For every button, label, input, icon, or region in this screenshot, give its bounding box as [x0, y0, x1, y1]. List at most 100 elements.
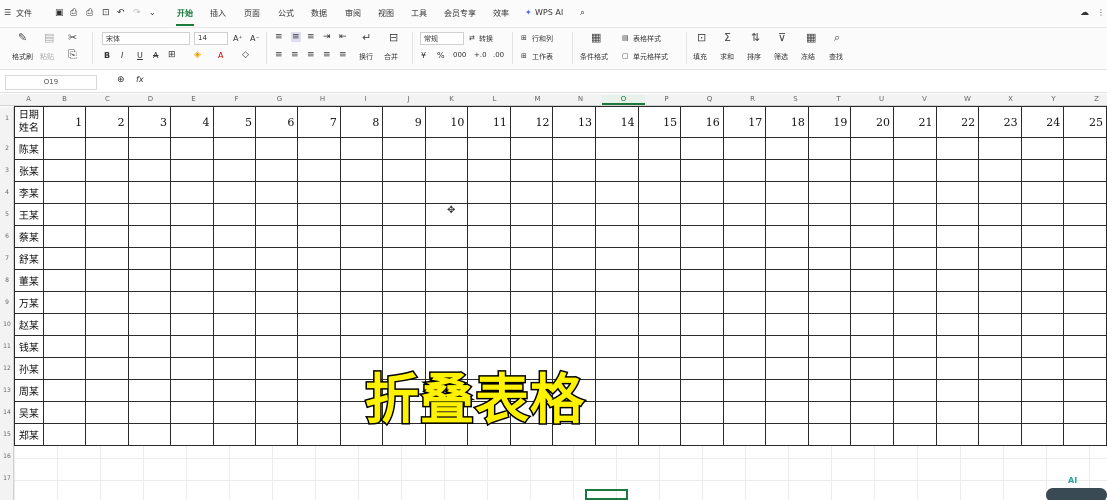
attendance-cell[interactable]	[212, 335, 256, 358]
attendance-cell[interactable]	[850, 423, 894, 446]
attendance-cell[interactable]	[1063, 137, 1107, 160]
italic-icon[interactable]: I	[121, 51, 123, 60]
rows-cols-button[interactable]: 行和列	[532, 34, 553, 44]
attendance-cell[interactable]	[765, 401, 809, 424]
attendance-cell[interactable]	[1020, 181, 1065, 204]
attendance-cell[interactable]	[680, 401, 724, 424]
attendance-cell[interactable]	[807, 423, 852, 446]
attendance-cell[interactable]	[382, 291, 426, 314]
attendance-cell[interactable]	[637, 313, 682, 336]
column-header-N[interactable]: N	[559, 95, 602, 103]
column-header-B[interactable]: B	[43, 95, 86, 103]
merge-button[interactable]: 合并	[384, 52, 398, 62]
attendance-cell[interactable]	[978, 181, 1022, 204]
attendance-cell[interactable]	[595, 379, 639, 402]
attendance-cell[interactable]	[127, 313, 172, 336]
attendance-cell[interactable]	[254, 357, 299, 380]
attendance-cell[interactable]	[850, 401, 894, 424]
row-header-15[interactable]: 15	[1, 431, 13, 438]
attendance-cell[interactable]	[850, 335, 894, 358]
thousands-icon[interactable]: 000	[453, 51, 466, 59]
attendance-cell[interactable]	[1020, 203, 1065, 226]
export-icon[interactable]: ⎙	[70, 8, 77, 18]
zoom-icon[interactable]: ⊕	[117, 75, 125, 85]
corner-cell[interactable]: 日期 姓名	[14, 106, 44, 138]
attendance-cell[interactable]	[978, 423, 1022, 446]
column-header-R[interactable]: R	[731, 95, 774, 103]
name-cell[interactable]: 舒某	[14, 247, 44, 270]
name-cell[interactable]: 赵某	[14, 313, 44, 336]
attendance-cell[interactable]	[509, 247, 554, 270]
table-style-button[interactable]: 表格样式	[633, 34, 661, 44]
attendance-cell[interactable]	[467, 247, 511, 270]
outdent-icon[interactable]: ⇤	[339, 32, 347, 42]
attendance-cell[interactable]	[42, 225, 87, 248]
attendance-cell[interactable]	[935, 159, 980, 182]
attendance-cell[interactable]	[637, 335, 682, 358]
attendance-cell[interactable]	[254, 159, 299, 182]
attendance-cell[interactable]	[85, 401, 129, 424]
day-header-cell[interactable]: 18	[765, 106, 809, 138]
column-header-I[interactable]: I	[344, 95, 387, 103]
attendance-cell[interactable]	[595, 247, 639, 270]
attendance-cell[interactable]	[637, 203, 682, 226]
attendance-cell[interactable]	[339, 137, 384, 160]
attendance-cell[interactable]	[85, 335, 129, 358]
cut-icon[interactable]: ✂	[68, 31, 77, 44]
attendance-cell[interactable]	[680, 137, 724, 160]
attendance-cell[interactable]	[42, 247, 87, 270]
align-left-icon[interactable]: ≡	[275, 50, 283, 60]
attendance-cell[interactable]	[850, 291, 894, 314]
tab-review[interactable]: 审阅	[345, 8, 361, 19]
number-format-select[interactable]: 常规	[420, 32, 464, 45]
column-header-V[interactable]: V	[903, 95, 946, 103]
attendance-cell[interactable]	[595, 401, 639, 424]
attendance-cell[interactable]	[807, 269, 852, 292]
attendance-cell[interactable]	[850, 357, 894, 380]
column-header-P[interactable]: P	[645, 95, 688, 103]
attendance-cell[interactable]	[254, 225, 299, 248]
attendance-cell[interactable]	[722, 225, 767, 248]
attendance-cell[interactable]	[1063, 379, 1107, 402]
attendance-cell[interactable]	[1063, 291, 1107, 314]
fill-button[interactable]: 填充	[693, 52, 707, 62]
attendance-cell[interactable]	[85, 181, 129, 204]
attendance-cell[interactable]	[382, 159, 426, 182]
attendance-cell[interactable]	[1020, 401, 1065, 424]
day-header-cell[interactable]: 25	[1063, 106, 1107, 138]
attendance-cell[interactable]	[170, 159, 214, 182]
fx-label[interactable]: fx	[136, 75, 144, 84]
row-header-11[interactable]: 11	[1, 343, 13, 350]
attendance-cell[interactable]	[935, 269, 980, 292]
attendance-cell[interactable]	[509, 137, 554, 160]
attendance-cell[interactable]	[170, 225, 214, 248]
attendance-cell[interactable]	[509, 313, 554, 336]
attendance-cell[interactable]	[85, 357, 129, 380]
paste-button[interactable]: 粘贴	[40, 52, 54, 62]
attendance-cell[interactable]	[595, 203, 639, 226]
attendance-cell[interactable]	[680, 423, 724, 446]
font-family-select[interactable]: 宋体	[102, 32, 190, 45]
column-header-S[interactable]: S	[774, 95, 817, 103]
attendance-cell[interactable]	[254, 291, 299, 314]
attendance-cell[interactable]	[807, 247, 852, 270]
column-header-O[interactable]: O	[602, 95, 645, 105]
day-header-cell[interactable]: 6	[254, 106, 299, 138]
attendance-cell[interactable]	[595, 357, 639, 380]
attendance-cell[interactable]	[254, 203, 299, 226]
attendance-cell[interactable]	[935, 247, 980, 270]
attendance-cell[interactable]	[254, 335, 299, 358]
attendance-cell[interactable]	[978, 225, 1022, 248]
convert-button[interactable]: 转换	[479, 34, 493, 44]
attendance-cell[interactable]	[552, 313, 597, 336]
attendance-cell[interactable]	[170, 357, 214, 380]
attendance-cell[interactable]	[552, 203, 597, 226]
column-header-W[interactable]: W	[946, 95, 989, 103]
attendance-cell[interactable]	[467, 181, 511, 204]
attendance-cell[interactable]	[552, 159, 597, 182]
name-cell[interactable]: 吴某	[14, 401, 44, 424]
row-header-12[interactable]: 12	[1, 365, 13, 372]
attendance-cell[interactable]	[807, 379, 852, 402]
attendance-cell[interactable]	[722, 379, 767, 402]
print-icon[interactable]: ⎙	[86, 8, 93, 18]
